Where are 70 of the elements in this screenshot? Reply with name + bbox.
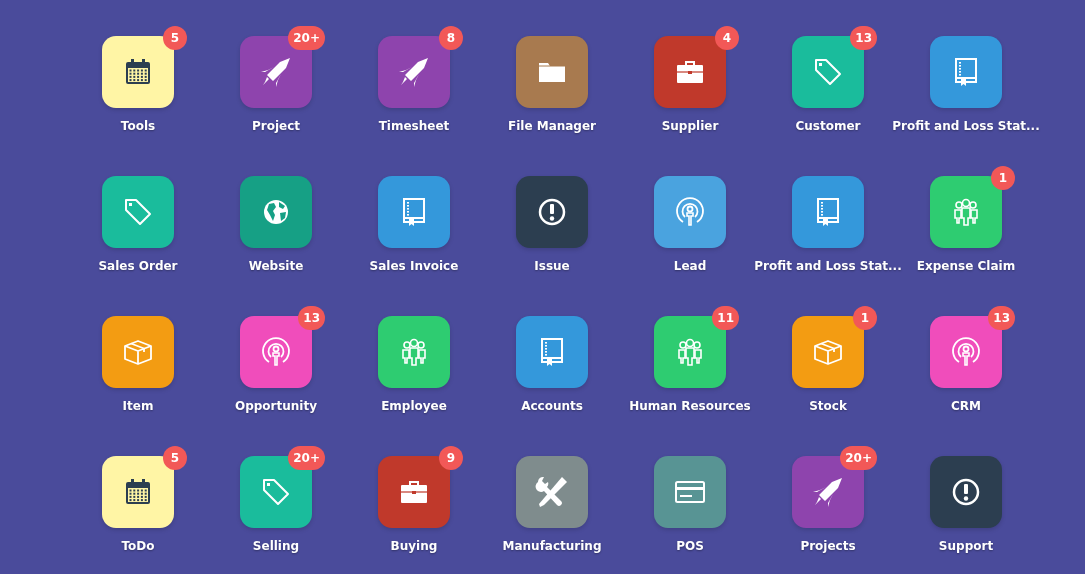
podcast-icon — [674, 196, 706, 228]
app-label: Selling — [252, 539, 300, 554]
app-label: Customer — [795, 119, 861, 134]
alert-icon — [951, 477, 981, 507]
app-tile[interactable] — [792, 316, 864, 388]
app-tile[interactable] — [102, 316, 174, 388]
app-label: Opportunity — [234, 399, 317, 414]
app-tile[interactable] — [240, 176, 312, 248]
app-tile[interactable] — [378, 176, 450, 248]
count-badge: 4 — [715, 26, 739, 50]
calendar-icon — [123, 477, 153, 507]
app-label: Lead — [673, 259, 707, 274]
app-label: Sales Invoice — [369, 259, 459, 274]
app-label: Tools — [120, 119, 156, 134]
alert-icon — [537, 197, 567, 227]
app-label: CRM — [951, 399, 981, 414]
tag-icon — [123, 197, 153, 227]
count-badge: 11 — [712, 306, 739, 330]
app-label: Project — [251, 119, 301, 134]
app-label: Accounts — [521, 399, 583, 414]
tools-icon — [534, 474, 570, 510]
count-badge: 8 — [439, 26, 463, 50]
app-tile[interactable] — [654, 176, 726, 248]
app-tile[interactable] — [654, 456, 726, 528]
app-label: Timesheet — [378, 119, 450, 134]
app-tile[interactable] — [516, 316, 588, 388]
app-label: ToDo — [121, 539, 155, 554]
app-tile[interactable] — [516, 456, 588, 528]
app-label: Manufacturing — [502, 539, 602, 554]
podcast-icon — [950, 336, 982, 368]
app-label: POS — [676, 539, 704, 554]
app-label: File Manager — [507, 119, 597, 134]
count-badge: 20+ — [288, 26, 325, 50]
app-label: Issue — [534, 259, 570, 274]
app-label: Support — [938, 539, 994, 554]
app-label: Profit and Loss Stat... — [754, 259, 902, 274]
count-badge: 20+ — [840, 446, 877, 470]
app-tile[interactable] — [516, 36, 588, 108]
app-tile[interactable] — [930, 36, 1002, 108]
app-tile[interactable] — [930, 456, 1002, 528]
app-label: Employee — [381, 399, 447, 414]
globe-icon — [261, 197, 291, 227]
app-label: Website — [248, 259, 304, 274]
app-label: Stock — [809, 399, 847, 414]
tag-icon — [813, 57, 843, 87]
count-badge: 13 — [988, 306, 1015, 330]
podcast-icon — [260, 336, 292, 368]
count-badge: 9 — [439, 446, 463, 470]
app-tile[interactable] — [930, 176, 1002, 248]
app-label: Expense Claim — [916, 259, 1016, 274]
app-label: Sales Order — [98, 259, 178, 274]
app-tile[interactable] — [378, 316, 450, 388]
count-badge: 20+ — [288, 446, 325, 470]
app-label: Human Resources — [629, 399, 751, 414]
count-badge: 5 — [163, 446, 187, 470]
app-label: Profit and Loss Stat... — [892, 119, 1040, 134]
app-tile[interactable] — [516, 176, 588, 248]
count-badge: 13 — [850, 26, 877, 50]
count-badge: 1 — [853, 306, 877, 330]
count-badge: 13 — [298, 306, 325, 330]
tag-icon — [261, 477, 291, 507]
app-label: Projects — [800, 539, 856, 554]
app-label: Item — [122, 399, 154, 414]
calendar-icon — [123, 57, 153, 87]
app-tile[interactable] — [792, 176, 864, 248]
count-badge: 5 — [163, 26, 187, 50]
app-tile[interactable] — [102, 176, 174, 248]
app-label: Supplier — [661, 119, 719, 134]
count-badge: 1 — [991, 166, 1015, 190]
app-label: Buying — [390, 539, 438, 554]
